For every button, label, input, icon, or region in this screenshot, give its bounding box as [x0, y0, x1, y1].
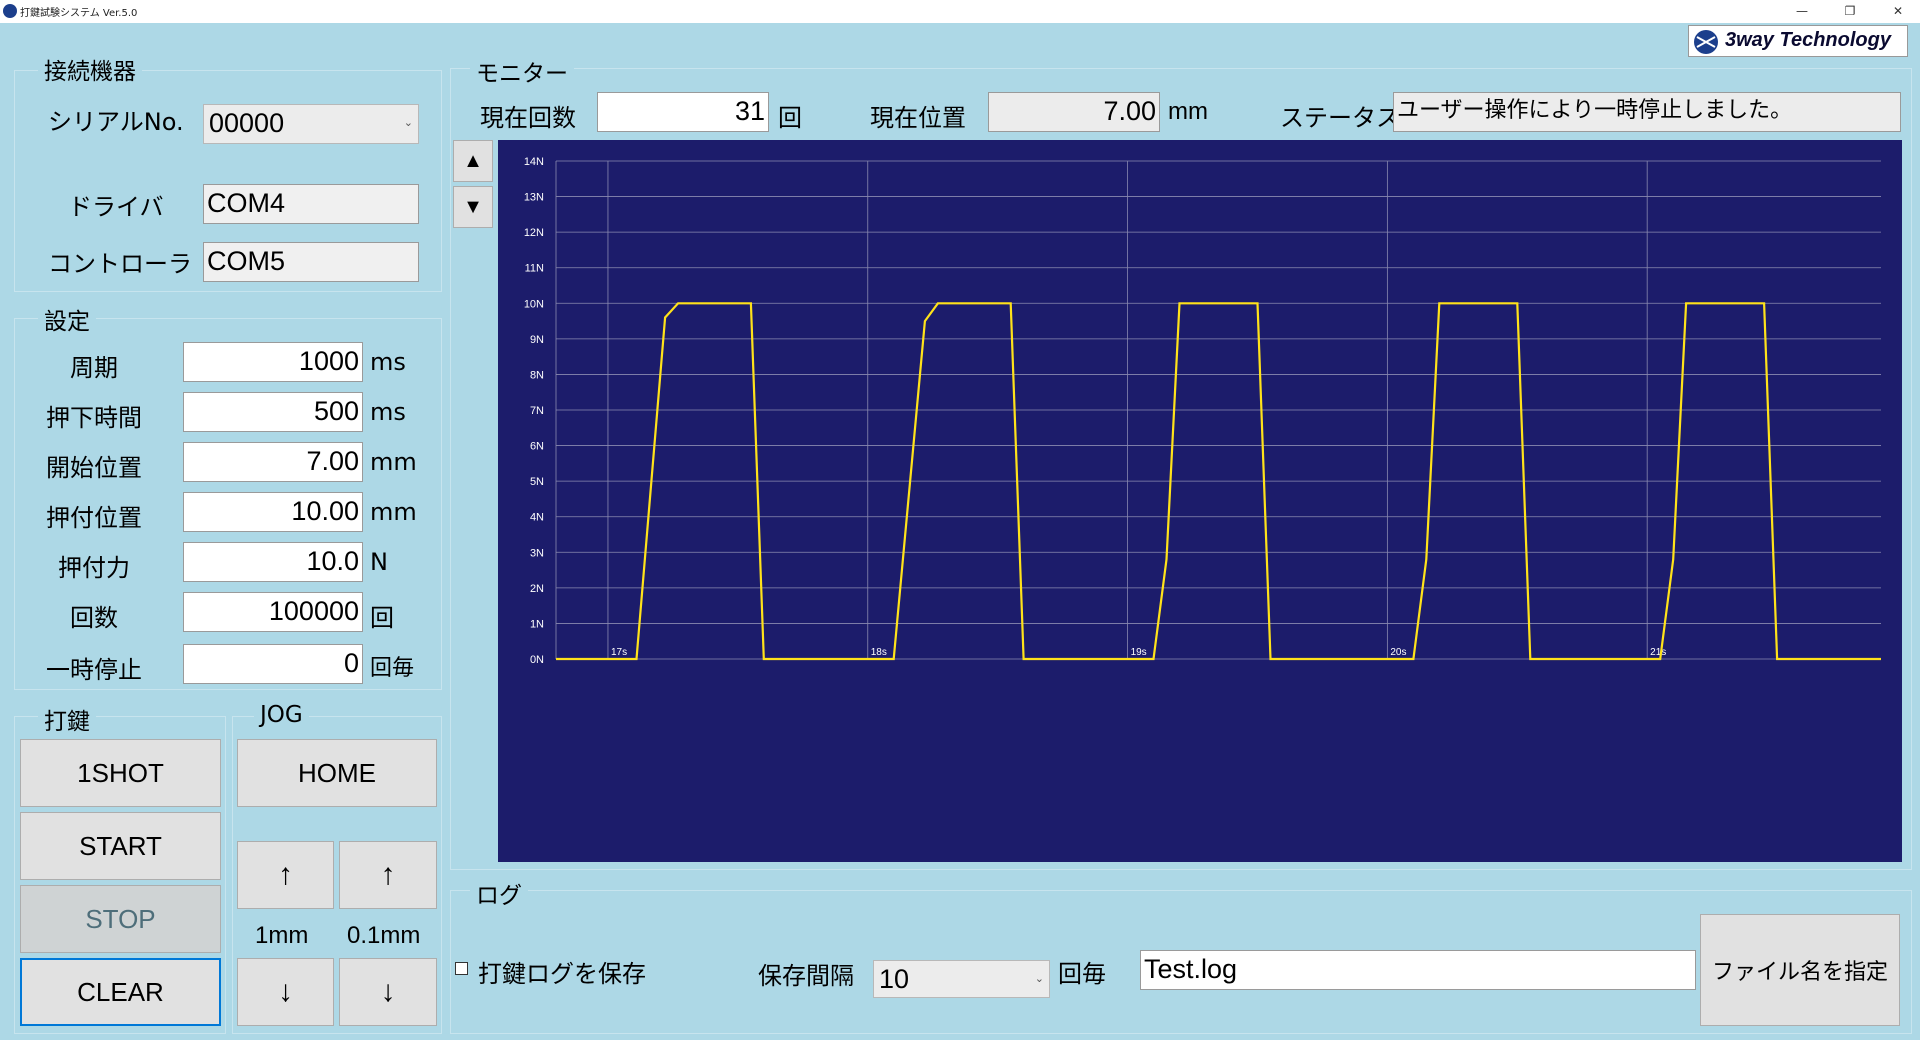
- status-field: ユーザー操作により一時停止しました。: [1393, 92, 1901, 132]
- status-label: ステータス: [1280, 104, 1400, 132]
- setting-label: 開始位置: [46, 454, 142, 482]
- start-button[interactable]: START: [20, 812, 221, 880]
- jog-down-1mm-button[interactable]: ↓: [237, 958, 334, 1026]
- x-tick-label: 20s: [1390, 647, 1406, 658]
- y-tick-label: 7N: [530, 405, 544, 417]
- scroll-down-button[interactable]: ▼: [453, 186, 493, 228]
- pause-field[interactable]: 0: [183, 644, 363, 684]
- minimize-button[interactable]: —: [1782, 0, 1822, 23]
- press-position-field[interactable]: 10.00: [183, 492, 363, 532]
- logo-text: 3way Technology: [1725, 29, 1891, 51]
- x-tick-label: 21s: [1650, 647, 1666, 658]
- y-tick-label: 1N: [530, 618, 544, 630]
- save-log-checkbox[interactable]: [455, 962, 468, 975]
- current-position-unit: mm: [1168, 98, 1208, 125]
- setting-label: 押下時間: [46, 404, 142, 432]
- keystroke-group-title: 打鍵: [38, 702, 96, 736]
- jog-down-0.1mm-button[interactable]: ↓: [339, 958, 437, 1026]
- jog-step-1mm-label: 1mm: [255, 922, 309, 949]
- company-logo: 3way Technology: [1688, 25, 1908, 57]
- restore-button[interactable]: ❐: [1830, 0, 1870, 23]
- one-shot-button[interactable]: 1SHOT: [20, 739, 221, 807]
- log-group-title: ログ: [470, 876, 528, 910]
- chevron-down-icon: ⌄: [1034, 973, 1044, 985]
- jog-group-title: JOG: [254, 702, 309, 728]
- save-interval-value: 10: [879, 964, 910, 994]
- count-field[interactable]: 100000: [183, 592, 363, 632]
- y-tick-label: 9N: [530, 334, 544, 346]
- force-chart-svg: 0N 1N 2N 3N 4N 5N 6N 7N 8N 9N 10N 11N 12N 13N 14N 17s 18…: [524, 156, 1881, 666]
- x-tick-label: 17s: [611, 647, 627, 658]
- y-tick-label: 3N: [530, 547, 544, 559]
- cycle-field[interactable]: 1000: [183, 342, 363, 382]
- window-title: 打鍵試験システム Ver.5.0: [20, 8, 138, 19]
- setting-label: 周期: [70, 354, 118, 382]
- y-tick-label: 13N: [524, 192, 544, 204]
- app-icon: [3, 4, 17, 18]
- current-count-label: 現在回数: [480, 104, 576, 132]
- y-tick-label: 8N: [530, 369, 544, 381]
- home-button[interactable]: HOME: [237, 739, 437, 807]
- jog-up-1mm-button[interactable]: ↑: [237, 841, 334, 909]
- setting-label: 回数: [70, 604, 118, 632]
- serial-value: 00000: [209, 108, 285, 138]
- save-interval-unit: 回毎: [1058, 960, 1106, 988]
- y-tick-label: 4N: [530, 512, 544, 524]
- log-filename-field[interactable]: Test.log: [1140, 950, 1696, 990]
- setting-unit: ms: [370, 398, 406, 426]
- press-time-field[interactable]: 500: [183, 392, 363, 432]
- press-force-field[interactable]: 10.0: [183, 542, 363, 582]
- setting-label: 一時停止: [46, 656, 142, 684]
- current-position-field: 7.00: [988, 92, 1160, 132]
- driver-label: ドライバ: [68, 193, 164, 221]
- save-interval-label: 保存間隔: [758, 962, 854, 990]
- title-bar: 打鍵試験システム Ver.5.0 — ❐ ✕: [0, 0, 1920, 23]
- driver-field: COM4: [203, 184, 419, 224]
- y-tick-label: 6N: [530, 441, 544, 453]
- save-interval-select[interactable]: 10 ⌄: [873, 960, 1050, 998]
- y-tick-label: 0N: [530, 654, 544, 666]
- settings-group-title: 設定: [38, 302, 96, 336]
- jog-step-0.1mm-label: 0.1mm: [347, 922, 421, 949]
- setting-unit: 回毎: [370, 656, 415, 681]
- jog-up-0.1mm-button[interactable]: ↑: [339, 841, 437, 909]
- serial-label: シリアルNo.: [48, 108, 184, 136]
- controller-label: コントローラ: [48, 250, 192, 278]
- clear-button[interactable]: CLEAR: [20, 958, 221, 1026]
- current-count-field: 31: [597, 92, 769, 132]
- y-tick-label: 14N: [524, 156, 544, 168]
- device-group-title: 接続機器: [38, 52, 142, 86]
- y-tick-label: 11N: [525, 263, 544, 275]
- scroll-up-button[interactable]: ▲: [453, 140, 493, 182]
- y-tick-label: 2N: [530, 583, 544, 595]
- chevron-down-icon: ⌄: [403, 117, 413, 129]
- save-log-label: 打鍵ログを保存: [478, 960, 646, 988]
- close-button[interactable]: ✕: [1878, 0, 1918, 23]
- current-count-unit: 回: [778, 104, 802, 132]
- y-tick-label: 12N: [524, 227, 544, 239]
- current-position-label: 現在位置: [870, 104, 966, 132]
- serial-select[interactable]: 00000 ⌄: [203, 104, 419, 144]
- y-tick-label: 10N: [524, 298, 544, 310]
- force-chart: 0N 1N 2N 3N 4N 5N 6N 7N 8N 9N 10N 11N 12N 13N 14N 17s 18…: [498, 140, 1902, 862]
- setting-label: 押付力: [58, 554, 130, 582]
- logo-mark-icon: [1694, 30, 1718, 54]
- start-position-field[interactable]: 7.00: [183, 442, 363, 482]
- x-tick-label: 19s: [1131, 647, 1147, 658]
- stop-button[interactable]: STOP: [20, 885, 221, 953]
- monitor-group-title: モニター: [470, 54, 574, 88]
- x-tick-label: 18s: [871, 647, 887, 658]
- setting-unit: ms: [370, 348, 406, 376]
- specify-filename-button[interactable]: ファイル名を指定: [1700, 914, 1900, 1026]
- controller-field: COM5: [203, 242, 419, 282]
- setting-unit: mm: [370, 448, 417, 476]
- setting-unit: 回: [370, 604, 394, 632]
- y-tick-label: 5N: [530, 476, 544, 488]
- setting-unit: N: [370, 548, 388, 576]
- setting-label: 押付位置: [46, 504, 142, 532]
- setting-unit: mm: [370, 498, 417, 526]
